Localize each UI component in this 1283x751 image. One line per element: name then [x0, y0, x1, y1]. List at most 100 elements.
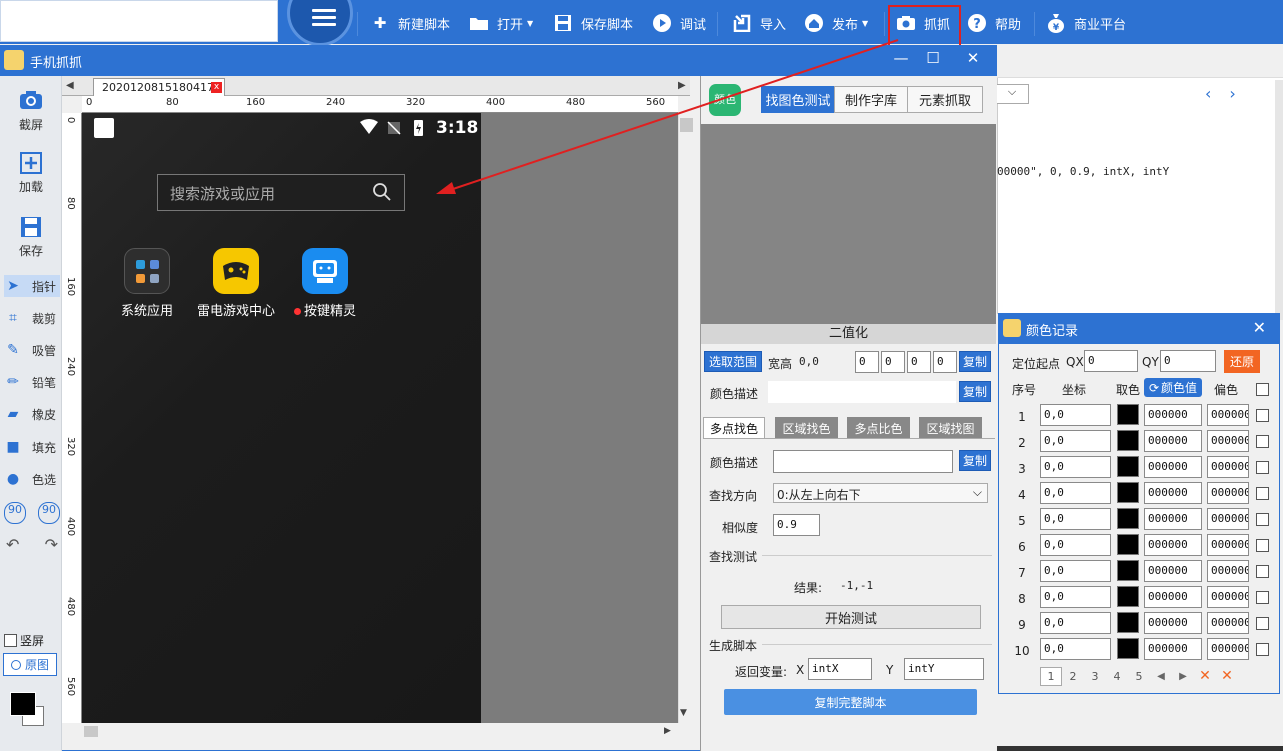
page-1[interactable]: 1: [1040, 666, 1062, 686]
eraser-tool[interactable]: ▰ 橡皮: [4, 403, 60, 425]
offset-input[interactable]: 000000: [1207, 612, 1249, 634]
color-swatch[interactable]: [1117, 456, 1139, 477]
color-swatch[interactable]: [1117, 638, 1139, 659]
offset-input[interactable]: 000000: [1207, 560, 1249, 582]
tab-make-font-library[interactable]: 制作字库: [834, 86, 908, 113]
color-swatch[interactable]: [1117, 560, 1139, 581]
x-var-input[interactable]: intX: [808, 658, 872, 680]
row-checkbox[interactable]: [1256, 539, 1269, 552]
editor-dropdown[interactable]: ⌵: [995, 84, 1029, 104]
minimize-button[interactable]: —: [889, 49, 913, 71]
coord-input[interactable]: 0,0: [1040, 638, 1111, 660]
color-desc-input[interactable]: [773, 450, 953, 473]
color-value-input[interactable]: 000000: [1144, 586, 1202, 608]
copy-range-button[interactable]: 复制: [959, 351, 991, 372]
delete-icon[interactable]: ✕: [1194, 668, 1216, 684]
coord-input[interactable]: 0,0: [1040, 482, 1111, 504]
tab-area-find[interactable]: 区域找色: [775, 417, 838, 439]
coord-input[interactable]: 0,0: [1040, 456, 1111, 478]
close-button[interactable]: ✕: [961, 49, 985, 71]
offset-input[interactable]: 000000: [1207, 456, 1249, 478]
color-swatch[interactable]: [1117, 430, 1139, 451]
range-input-2[interactable]: 0: [881, 351, 905, 373]
row-checkbox[interactable]: [1256, 513, 1269, 526]
tab-close-icon[interactable]: x: [211, 82, 222, 93]
page-2[interactable]: 2: [1062, 670, 1084, 683]
color-value-input[interactable]: 000000: [1144, 404, 1202, 426]
import-button[interactable]: 导入: [732, 12, 786, 34]
row-checkbox[interactable]: [1256, 565, 1269, 578]
tab-scroll-right[interactable]: ▶: [678, 80, 686, 91]
color-swatch[interactable]: [1117, 482, 1139, 503]
color-value-button[interactable]: ⟳ 颜色值: [1144, 378, 1202, 397]
scroll-down-arrow[interactable]: ▼: [680, 708, 687, 718]
pointer-tool[interactable]: ➤ 指针: [4, 275, 60, 297]
color-swatch[interactable]: [1117, 404, 1139, 425]
rotate-left-button[interactable]: 90: [4, 502, 26, 524]
scroll-right-arrow[interactable]: ▶: [664, 726, 671, 736]
help-button[interactable]: ? 帮助: [967, 12, 1021, 34]
color-value-input[interactable]: 000000: [1144, 430, 1202, 452]
coord-input[interactable]: 0,0: [1040, 586, 1111, 608]
coord-input[interactable]: 0,0: [1040, 404, 1111, 426]
new-script-button[interactable]: ✚ 新建脚本: [370, 12, 450, 34]
offset-input[interactable]: 000000: [1207, 404, 1249, 426]
scroll-thumb[interactable]: [84, 726, 98, 737]
coord-input[interactable]: 0,0: [1040, 430, 1111, 452]
color-swatch[interactable]: [1117, 586, 1139, 607]
canvas-vertical-scrollbar[interactable]: [678, 113, 695, 723]
select-range-button[interactable]: 选取范围: [704, 351, 762, 372]
color-value-input[interactable]: 000000: [1144, 482, 1202, 504]
color-value-input[interactable]: 000000: [1144, 560, 1202, 582]
save-tool[interactable]: 保存: [2, 216, 60, 259]
copy-desc-button[interactable]: 复制: [959, 381, 991, 402]
row-checkbox[interactable]: [1256, 487, 1269, 500]
editor-scrollbar[interactable]: [1275, 80, 1283, 320]
app-key-wizard[interactable]: 按键精灵: [279, 248, 371, 319]
color-swatch[interactable]: [1117, 508, 1139, 529]
close-icon[interactable]: ✕: [1253, 318, 1266, 337]
app-system[interactable]: 系统应用: [101, 248, 193, 319]
offset-input[interactable]: 000000: [1207, 482, 1249, 504]
offset-input[interactable]: 000000: [1207, 586, 1249, 608]
coord-input[interactable]: 0,0: [1040, 508, 1111, 530]
color-value-input[interactable]: 000000: [1144, 456, 1202, 478]
offset-input[interactable]: 000000: [1207, 638, 1249, 660]
row-checkbox[interactable]: [1256, 643, 1269, 656]
coord-input[interactable]: 0,0: [1040, 560, 1111, 582]
color-swatch[interactable]: [1117, 612, 1139, 633]
color-select-tool[interactable]: ● 色选: [4, 468, 60, 490]
foreground-color-swatch[interactable]: [10, 692, 36, 716]
page-5[interactable]: 5: [1128, 670, 1150, 683]
open-button[interactable]: 打开 ▼: [469, 12, 533, 34]
business-platform-button[interactable]: ¥ 商业平台: [1046, 12, 1126, 34]
tab-element-capture[interactable]: 元素抓取: [907, 86, 983, 113]
select-all-checkbox[interactable]: [1256, 383, 1269, 396]
tab-scroll-left[interactable]: ◀: [66, 80, 74, 91]
debug-button[interactable]: 调试: [652, 12, 706, 34]
color-swatch[interactable]: [1117, 534, 1139, 555]
color-value-input[interactable]: 000000: [1144, 612, 1202, 634]
page-3[interactable]: 3: [1084, 670, 1106, 683]
rotate-right-button[interactable]: 90: [38, 502, 60, 524]
color-desc-box[interactable]: [768, 381, 956, 403]
copy-desc-button-2[interactable]: 复制: [959, 450, 991, 471]
find-direction-select[interactable]: 0:从左上向右下 ⌵: [773, 483, 988, 503]
redo-icon[interactable]: ↷: [45, 535, 58, 555]
crop-tool[interactable]: ⌗ 裁剪: [4, 307, 60, 329]
color-value-input[interactable]: 000000: [1144, 534, 1202, 556]
copy-full-script-button[interactable]: 复制完整脚本: [724, 689, 977, 715]
offset-input[interactable]: 000000: [1207, 534, 1249, 556]
similarity-input[interactable]: 0.9: [773, 514, 820, 536]
coord-input[interactable]: 0,0: [1040, 612, 1111, 634]
offset-input[interactable]: 000000: [1207, 508, 1249, 530]
start-test-button[interactable]: 开始测试: [721, 605, 981, 629]
tab-find-color-test[interactable]: 找图色测试: [761, 86, 835, 113]
maximize-button[interactable]: ☐: [921, 49, 945, 71]
original-image-button[interactable]: 原图: [3, 653, 57, 676]
tab-multipoint-compare[interactable]: 多点比色: [847, 417, 910, 439]
load-tool[interactable]: 加载: [2, 152, 60, 195]
offset-input[interactable]: 000000: [1207, 430, 1249, 452]
row-checkbox[interactable]: [1256, 435, 1269, 448]
row-checkbox[interactable]: [1256, 409, 1269, 422]
